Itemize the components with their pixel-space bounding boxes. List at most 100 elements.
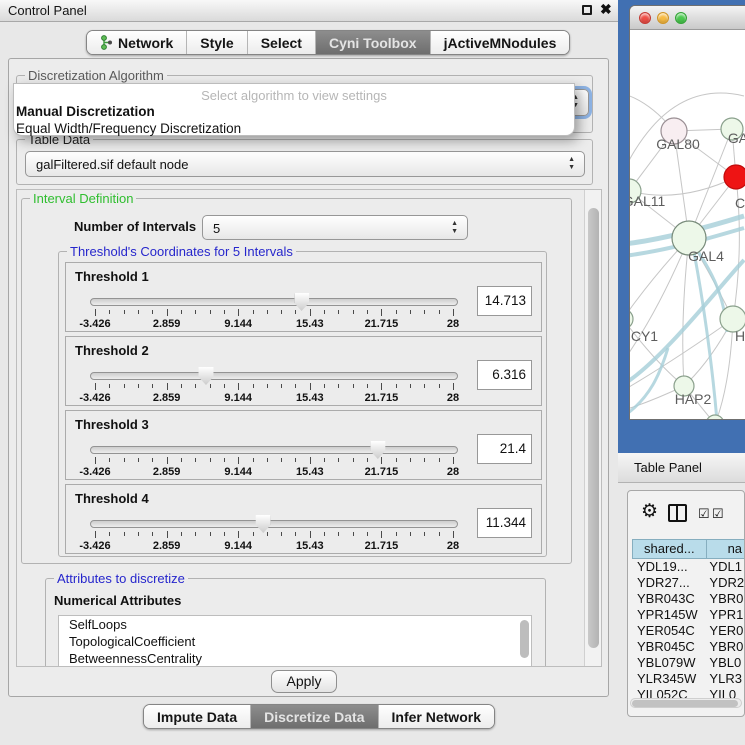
column-header-shared-name[interactable]: shared... [632,539,707,559]
threshold-value-field[interactable]: 21.4 [477,434,532,464]
slider-tick-label: -3.426 [79,540,110,552]
node-red[interactable] [724,165,745,189]
slider-tick [295,310,296,314]
bottom-tab-strip: Impute DataDiscretize DataInfer Network [143,704,495,729]
checkbox-icon[interactable]: ☑ [712,506,724,522]
apply-button[interactable]: Apply [271,670,337,693]
threshold-value-field[interactable]: 14.713 [477,286,532,316]
tab-cyni-toolbox[interactable]: Cyni Toolbox [315,31,430,54]
table-cell-name: YBR0 [703,639,744,655]
slider-tick [109,458,110,462]
slider-thumb-icon[interactable] [198,367,213,385]
tab-select[interactable]: Select [247,31,315,54]
close-icon[interactable]: ✖ [600,1,612,18]
network-window-titlebar [630,6,745,30]
table-row[interactable]: YDR27...YDR2 [632,575,744,591]
slider-tick-label: 2.859 [153,540,181,552]
slider-tick [439,310,440,314]
table-cell-shared-name: YDR27... [632,575,703,591]
slider-tick [138,532,139,536]
attributes-list[interactable]: SelfLoopsTopologicalCoefficientBetweenne… [58,615,532,667]
slider-tick [367,458,368,462]
table-row[interactable]: YBR045CYBR0 [632,639,744,655]
table-panel: ⚙ ☑ ☑ shared... na YDL19...YDL1YDR27...Y… [627,490,745,717]
slider-tick [267,310,268,314]
popup-item-manual-discretization[interactable]: Manual Discretization [16,104,155,119]
main-scrollbar-track[interactable] [584,190,601,666]
slider-tick [338,384,339,388]
slider-tick [181,384,182,388]
table-row[interactable]: YDL19...YDL1 [632,559,744,575]
slider-tick [167,531,168,538]
tab-style[interactable]: Style [186,31,246,54]
threshold-value-field[interactable]: 11.344 [477,508,532,538]
slider-thumb-icon[interactable] [256,515,271,533]
slider-tickzone: -3.4262.8599.14415.4321.71528 [95,367,453,405]
popup-item-equal-width[interactable]: Equal Width/Frequency Discretization [16,121,241,136]
slider-tick [367,532,368,536]
table-cell-shared-name: YPR145W [632,607,703,623]
slider-tickzone: -3.4262.8599.14415.4321.71528 [95,515,453,553]
float-window-icon[interactable] [582,5,592,15]
node-label-c: C [735,195,745,211]
tab-network[interactable]: Network [87,31,186,54]
slider-tick [224,310,225,314]
threshold-slider[interactable]: -3.4262.8599.14415.4321.71528 [90,293,458,331]
slider-thumb-icon[interactable] [294,293,309,311]
number-of-intervals-spinner[interactable]: 5 ▲▼ [202,215,468,240]
slider-tick [124,384,125,388]
attribute-list-item[interactable]: SelfLoops [59,616,531,633]
table-row[interactable]: YBL079WYBL0 [632,655,744,671]
threshold-slider[interactable]: -3.4262.8599.14415.4321.71528 [90,441,458,479]
mac-zoom-icon[interactable] [675,12,687,24]
algorithm-popup-hint[interactable]: Select algorithm to view settings [14,88,574,103]
attribute-list-item[interactable]: TopologicalCoefficient [59,633,531,650]
tab-infer-network[interactable]: Infer Network [378,705,494,728]
slider-tick [324,458,325,462]
table-cell-name: YLR3 [703,671,744,687]
table-row[interactable]: YER054CYER0 [632,623,744,639]
table-row[interactable]: YBR043CYBR0 [632,591,744,607]
node-label-ga: GA [728,130,745,146]
table-data-combo[interactable]: galFiltered.sif default node ▲▼ [25,151,585,177]
mac-minimize-icon[interactable] [657,12,669,24]
column-header-name[interactable]: na [707,539,745,559]
attribute-list-item[interactable]: BetweennessCentrality [59,650,531,667]
slider-tick [353,310,354,314]
main-scrollbar-thumb[interactable] [588,208,599,648]
slider-tick [381,457,382,464]
tab-discretize-data[interactable]: Discretize Data [250,705,377,728]
slider-thumb-icon[interactable] [370,441,385,459]
tab-jactivemnodules[interactable]: jActiveMNodules [430,31,570,54]
network-view-window[interactable]: GAL80GAGAL11GAL4GCY1HHAP2C [629,5,745,420]
thresholds-group-title: Threshold's Coordinates for 5 Intervals [67,244,296,259]
columns-icon[interactable] [668,504,687,522]
gear-icon[interactable]: ⚙ [641,500,658,523]
network-canvas[interactable]: GAL80GAGAL11GAL4GCY1HHAP2C [630,30,745,420]
numerical-attributes-label: Numerical Attributes [54,593,181,608]
slider-tick [267,532,268,536]
slider-tick-label: 2.859 [153,318,181,330]
threshold-value-field[interactable]: 6.316 [477,360,532,390]
tab-impute-data[interactable]: Impute Data [144,705,250,728]
slider-tick-label: 28 [447,392,459,404]
table-row[interactable]: YPR145WYPR1 [632,607,744,623]
table-data-group: Table Data galFiltered.sif default node … [16,139,593,185]
node-gcy1[interactable] [630,309,633,329]
threshold-slider[interactable]: -3.4262.8599.14415.4321.71528 [90,367,458,405]
top-tab-strip: NetworkStyleSelectCyni ToolboxjActiveMNo… [86,30,570,55]
checkbox-icon[interactable]: ☑ [698,506,710,522]
threshold-panel-4: Threshold 4-3.4262.8599.14415.4321.71528… [65,484,542,554]
slider-tick [167,457,168,464]
table-cell-shared-name: YBR045C [632,639,703,655]
mac-close-icon[interactable] [639,12,651,24]
table-row[interactable]: YLR345WYLR3 [632,671,744,687]
table-header-row: shared... na [632,539,745,559]
attributes-list-scrollbar[interactable] [520,620,529,658]
slider-tick [224,458,225,462]
table-hscrollbar-thumb[interactable] [632,700,738,707]
threshold-slider[interactable]: -3.4262.8599.14415.4321.71528 [90,515,458,553]
table-hscrollbar-track[interactable] [630,698,742,708]
table-cell-name: YBL0 [703,655,744,671]
slider-tick-label: -3.426 [79,318,110,330]
